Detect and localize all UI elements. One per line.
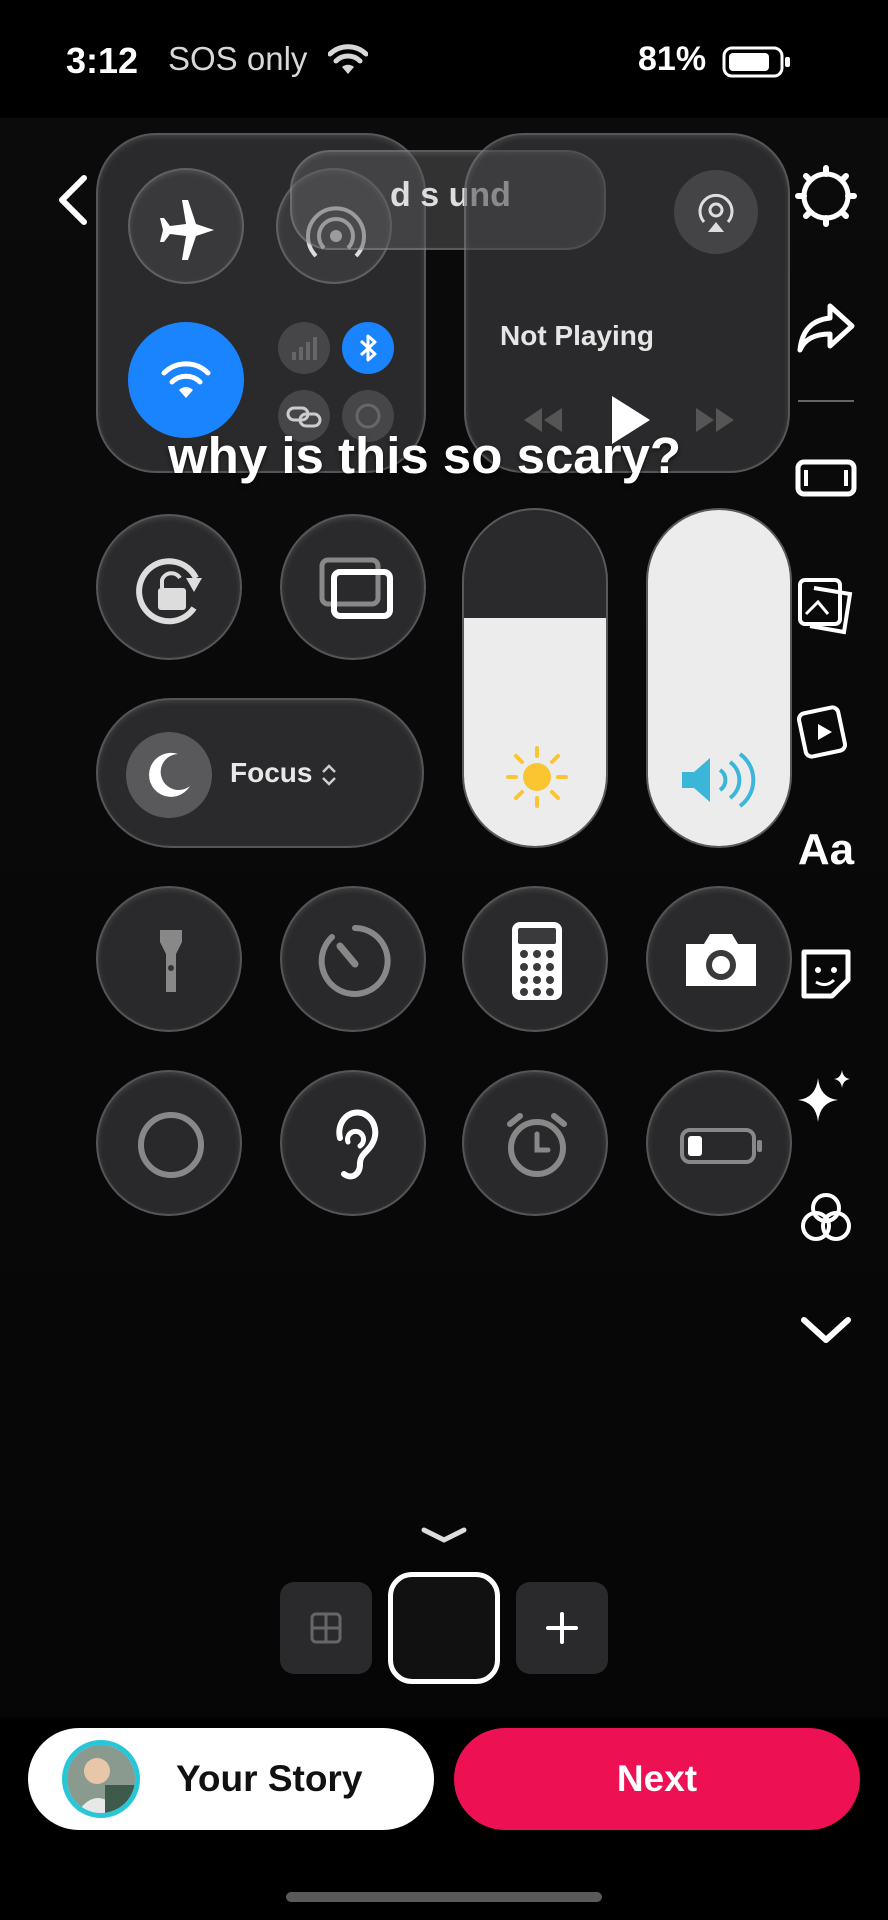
wifi-toggle[interactable] (128, 322, 244, 438)
speaker-icon (682, 752, 756, 808)
timer-toggle[interactable] (280, 886, 426, 1032)
low-power-toggle[interactable] (646, 1070, 792, 1216)
volume-slider[interactable] (646, 508, 792, 848)
circles-icon (801, 1193, 851, 1241)
ear-icon (336, 1109, 379, 1180)
fast-forward-icon[interactable] (686, 400, 746, 440)
avatar (62, 1740, 140, 1818)
text-tool-label: Aa (797, 825, 855, 874)
video-clips-button[interactable] (790, 694, 862, 766)
video-icon (796, 705, 848, 759)
hearing-toggle[interactable] (280, 1070, 426, 1216)
bluetooth-toggle[interactable] (342, 322, 394, 374)
airplay-icon (698, 193, 734, 232)
camera-toggle[interactable] (646, 886, 792, 1032)
battery-icon (722, 46, 790, 78)
gear-icon (795, 165, 857, 227)
next-label: Next (616, 1758, 698, 1799)
screen-mirroring-icon (319, 557, 393, 619)
timer-icon (318, 925, 391, 997)
filters-button[interactable] (790, 1182, 862, 1254)
orientation-lock-toggle[interactable] (96, 514, 242, 660)
wifi-signal-icon (328, 44, 368, 74)
status-time: 3:12 (66, 40, 139, 81)
airplane-icon (160, 200, 214, 260)
collapse-chevron-icon[interactable] (418, 1524, 470, 1546)
cellular-toggle[interactable] (278, 322, 330, 374)
more-tools-button[interactable] (790, 1294, 862, 1366)
aspect-ratio-button[interactable] (790, 442, 862, 514)
cellular-signal-icon (292, 337, 317, 360)
bluetooth-icon (359, 334, 377, 362)
settings-button[interactable] (790, 160, 862, 232)
camera-icon (686, 934, 756, 986)
chevron-updown-icon (322, 764, 336, 786)
toolbar-divider (798, 400, 854, 402)
grid-icon (310, 1612, 342, 1644)
sun-icon (506, 746, 568, 808)
focus-label: Focus (230, 757, 313, 788)
flashlight-icon (160, 930, 182, 992)
layout-button[interactable] (280, 1582, 372, 1674)
photo-layout-button[interactable] (790, 570, 862, 642)
share-arrow-icon (797, 303, 855, 353)
capture-button[interactable] (388, 1572, 500, 1684)
plus-icon (546, 1612, 578, 1644)
sticker-button[interactable] (790, 938, 862, 1010)
carrier-status: SOS only (168, 40, 308, 77)
calculator-icon (512, 922, 562, 1000)
wifi-icon (161, 361, 211, 398)
screen-mirroring-toggle[interactable] (280, 514, 426, 660)
alarm-toggle[interactable] (462, 1070, 608, 1216)
calculator-toggle[interactable] (462, 886, 608, 1032)
flashlight-toggle[interactable] (96, 886, 242, 1032)
battery-percent: 81% (638, 40, 707, 78)
effects-button[interactable] (790, 1060, 862, 1132)
brightness-slider[interactable] (462, 508, 608, 848)
text-tool-button[interactable]: Aa (790, 814, 862, 886)
record-icon (138, 1112, 204, 1178)
chevron-down-icon (801, 1317, 851, 1343)
aspect-ratio-icon (795, 459, 857, 497)
screen-record-toggle[interactable] (96, 1070, 242, 1216)
photo-stack-icon (798, 578, 853, 635)
orientation-lock-icon (136, 558, 202, 625)
alarm-clock-icon (507, 1113, 567, 1177)
airplane-mode-toggle[interactable] (128, 168, 244, 284)
sparkle-icon (798, 1070, 850, 1122)
add-clip-button[interactable] (516, 1582, 608, 1674)
avatar-photo-icon (67, 1745, 135, 1813)
status-bar: 3:12 SOS only 81% (0, 0, 888, 118)
back-chevron-icon[interactable] (54, 172, 94, 228)
story-caption[interactable]: why is this so scary? (168, 426, 681, 485)
low-battery-icon (680, 1128, 762, 1164)
home-indicator[interactable] (286, 1892, 602, 1902)
focus-moon-badge (126, 732, 212, 818)
share-button[interactable] (790, 290, 862, 362)
airplay-button[interactable] (674, 170, 758, 254)
your-story-label: Your Story (176, 1758, 363, 1799)
sticker-icon (801, 949, 851, 999)
media-status: Not Playing (500, 320, 655, 351)
moon-icon (149, 752, 190, 797)
